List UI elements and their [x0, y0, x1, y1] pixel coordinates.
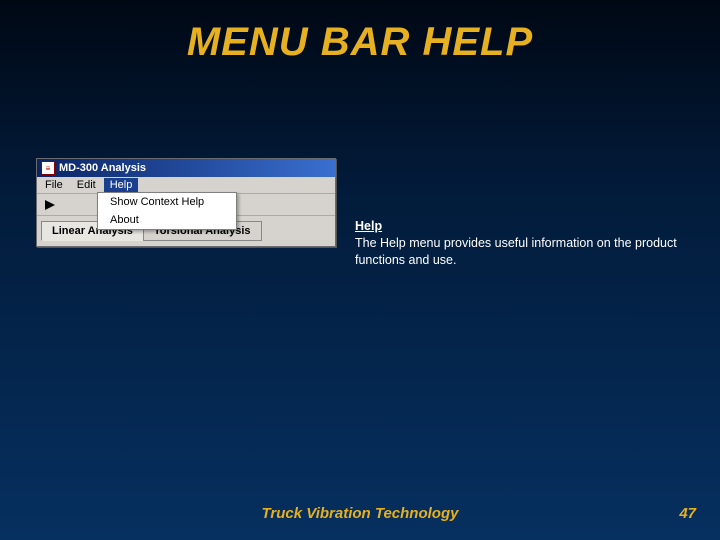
- app-icon: ≡: [41, 161, 55, 175]
- description-body: The Help menu provides useful informatio…: [355, 236, 677, 267]
- run-arrow-icon[interactable]: [41, 196, 59, 214]
- slide-title: MENU BAR HELP: [0, 20, 720, 65]
- menu-item-about[interactable]: About: [98, 211, 236, 229]
- toolbar: Show Context Help About: [37, 194, 335, 216]
- menu-item-show-context-help[interactable]: Show Context Help: [98, 193, 236, 211]
- menu-help[interactable]: Help: [104, 178, 139, 192]
- window-titlebar: ≡ MD-300 Analysis: [37, 159, 335, 177]
- menu-file[interactable]: File: [39, 178, 69, 192]
- help-dropdown: Show Context Help About: [97, 192, 237, 230]
- window-title-text: MD-300 Analysis: [59, 162, 146, 174]
- description-block: Help The Help menu provides useful infor…: [355, 218, 685, 269]
- description-heading: Help: [355, 219, 382, 233]
- footer-text: Truck Vibration Technology: [0, 505, 720, 522]
- page-number: 47: [679, 505, 696, 522]
- app-window: ≡ MD-300 Analysis File Edit Help Show Co…: [36, 158, 336, 247]
- menu-edit[interactable]: Edit: [71, 178, 102, 192]
